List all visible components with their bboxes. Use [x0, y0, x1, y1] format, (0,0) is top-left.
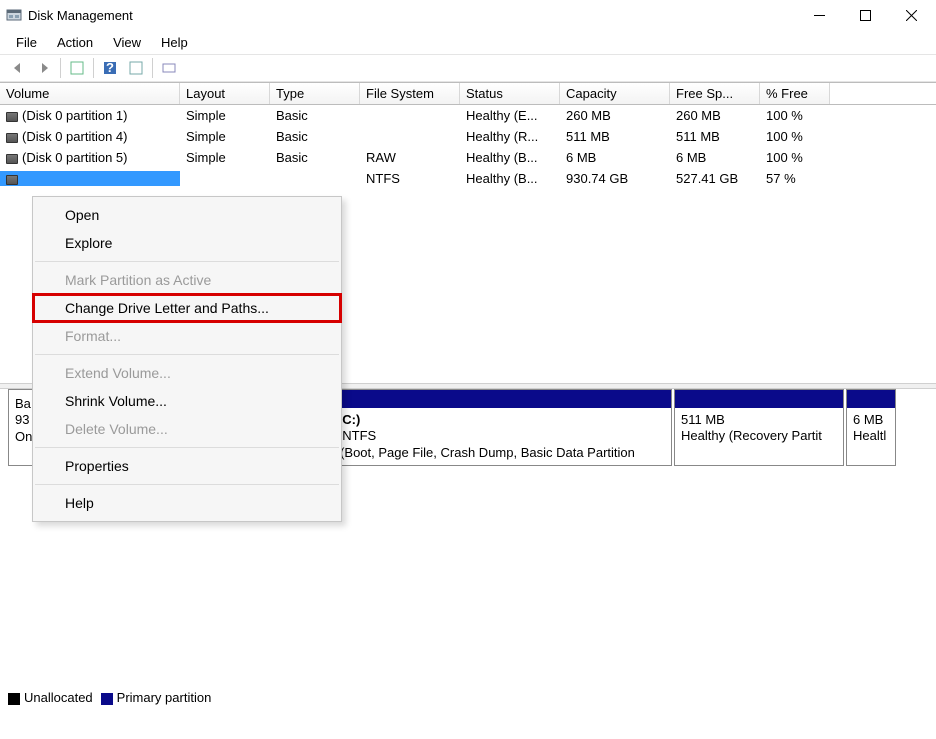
table-row[interactable]: NTFS Healthy (B... 930.74 GB 527.41 GB 5…	[0, 168, 936, 189]
legend-chip-unallocated	[8, 693, 20, 705]
legend-chip-primary	[101, 693, 113, 705]
column-volume[interactable]: Volume	[0, 83, 180, 104]
volume-icon	[6, 154, 18, 164]
menu-help[interactable]: Help	[151, 33, 198, 52]
window-title: Disk Management	[28, 8, 796, 23]
volume-list-header: Volume Layout Type File System Status Ca…	[0, 82, 936, 105]
context-separator	[35, 447, 339, 448]
context-separator	[35, 354, 339, 355]
partition-bar	[675, 390, 843, 408]
context-separator	[35, 484, 339, 485]
column-status[interactable]: Status	[460, 83, 560, 104]
volume-icon	[6, 112, 18, 122]
back-button[interactable]	[6, 57, 30, 79]
menu-view[interactable]: View	[103, 33, 151, 52]
context-mark-active: Mark Partition as Active	[33, 266, 341, 294]
maximize-button[interactable]	[842, 0, 888, 30]
column-freespace[interactable]: Free Sp...	[670, 83, 760, 104]
partition-bar	[303, 390, 671, 408]
column-type[interactable]: Type	[270, 83, 360, 104]
column-filesystem[interactable]: File System	[360, 83, 460, 104]
partition-box[interactable]: 6 MB Healtl	[846, 389, 896, 466]
title-bar: Disk Management	[0, 0, 936, 30]
app-icon	[6, 7, 22, 23]
context-extend-volume: Extend Volume...	[33, 359, 341, 387]
volume-icon	[6, 175, 18, 185]
volume-icon	[6, 133, 18, 143]
column-pctfree[interactable]: % Free	[760, 83, 830, 104]
table-row[interactable]: (Disk 0 partition 5) Simple Basic RAW He…	[0, 147, 936, 168]
column-layout[interactable]: Layout	[180, 83, 270, 104]
context-help[interactable]: Help	[33, 489, 341, 517]
menu-file[interactable]: File	[6, 33, 47, 52]
forward-button[interactable]	[32, 57, 56, 79]
menu-bar: File Action View Help	[0, 30, 936, 54]
table-row[interactable]: (Disk 0 partition 1) Simple Basic Health…	[0, 105, 936, 126]
svg-text:?: ?	[106, 60, 114, 75]
context-change-drive-letter[interactable]: Change Drive Letter and Paths...	[33, 294, 341, 322]
toolbar-separator	[60, 58, 61, 78]
toolbar-icon-3[interactable]	[157, 57, 181, 79]
context-menu: Open Explore Mark Partition as Active Ch…	[32, 196, 342, 522]
toolbar-separator	[93, 58, 94, 78]
toolbar-separator	[152, 58, 153, 78]
column-capacity[interactable]: Capacity	[560, 83, 670, 104]
context-properties[interactable]: Properties	[33, 452, 341, 480]
context-explore[interactable]: Explore	[33, 229, 341, 257]
help-icon[interactable]: ?	[98, 57, 122, 79]
toolbar-icon-2[interactable]	[124, 57, 148, 79]
menu-action[interactable]: Action	[47, 33, 103, 52]
partition-bar	[847, 390, 895, 408]
toolbar: ?	[0, 54, 936, 82]
minimize-button[interactable]	[796, 0, 842, 30]
partition-box[interactable]: ows (C:) 4 GB NTFS althy (Boot, Page Fil…	[302, 389, 672, 466]
toolbar-icon-1[interactable]	[65, 57, 89, 79]
context-open[interactable]: Open	[33, 201, 341, 229]
context-shrink-volume[interactable]: Shrink Volume...	[33, 387, 341, 415]
close-button[interactable]	[888, 0, 934, 30]
legend: Unallocated Primary partition	[8, 690, 211, 705]
context-delete-volume: Delete Volume...	[33, 415, 341, 443]
context-format: Format...	[33, 322, 341, 350]
table-row[interactable]: (Disk 0 partition 4) Simple Basic Health…	[0, 126, 936, 147]
context-separator	[35, 261, 339, 262]
partition-box[interactable]: 511 MB Healthy (Recovery Partit	[674, 389, 844, 466]
